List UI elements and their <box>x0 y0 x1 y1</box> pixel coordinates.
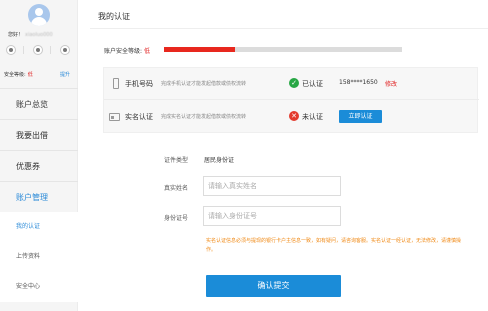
security-value: 低 <box>27 72 33 78</box>
sidebar-item-overview[interactable]: 账户总览 <box>0 88 78 119</box>
cross-icon: ✕ <box>289 111 299 121</box>
security-level-label: 账户安全等级: <box>104 48 143 55</box>
verification-status: 未认证 <box>302 113 323 121</box>
email-icon[interactable] <box>60 45 70 55</box>
id-card-icon <box>109 113 120 121</box>
security-level-value: 低 <box>144 48 151 55</box>
divider <box>23 46 24 54</box>
modify-phone-link[interactable]: 修改 <box>385 79 397 88</box>
verification-notice: 实名认证信息必须与提现的银行卡户主信息一致，如有疑问，请咨询客服。实名认证一经认… <box>206 238 462 253</box>
sidebar-item-upload-documents[interactable]: 上传资料 <box>0 242 78 272</box>
security-progress-fill <box>164 47 236 52</box>
avatar-head-shape <box>35 8 43 16</box>
sidebar-item-account-management[interactable]: 账户管理 <box>0 181 78 212</box>
masked-phone-number: 158****1650 <box>339 79 378 86</box>
user-greeting: 您好！ xiaoluo000 <box>8 31 53 38</box>
verification-list: 手机号码 完成手机认证才能发起借款或债权流转 ✓ 已认证 158****1650… <box>103 67 479 133</box>
id-number-label: 身份证号 <box>163 215 188 222</box>
verification-name: 实名认证 <box>125 113 153 121</box>
id-type-label: 证件类型 <box>163 157 188 164</box>
verification-status: 已认证 <box>302 80 323 88</box>
id-type-value: 居民身份证 <box>204 157 235 164</box>
page-root: 您好！ xiaoluo000 安全等级: 低 提升 账户总览 我要出借 优惠券 账户… <box>0 0 488 311</box>
sidebar-menu: 账户总览 我要出借 优惠券 账户管理 我的认证 上传资料 安全中心 <box>0 88 78 302</box>
verification-row-realname: 实名认证 完成实名认证才能发起借款或债权流转 ✕ 未认证 立即认证 <box>104 101 479 133</box>
sidebar-security-level: 安全等级: 低 提升 <box>4 71 76 78</box>
sidebar-item-lend[interactable]: 我要出借 <box>0 119 78 150</box>
username: xiaoluo000 <box>25 32 53 38</box>
user-quick-icons <box>0 43 78 57</box>
account-security-level: 账户安全等级: 低 <box>104 46 150 55</box>
verification-description: 完成实名认证才能发起借款或债权流转 <box>161 114 247 120</box>
divider <box>90 28 488 29</box>
account-submenu: 我的认证 上传资料 安全中心 <box>0 212 78 302</box>
real-name-input[interactable] <box>203 176 341 196</box>
upgrade-link[interactable]: 提升 <box>60 71 70 78</box>
avatar-body-shape <box>31 17 47 26</box>
verification-name: 手机号码 <box>125 80 153 88</box>
verification-row-phone: 手机号码 完成手机认证才能发起借款或债权流转 ✓ 已认证 158****1650… <box>104 68 479 100</box>
sidebar-item-coupons[interactable]: 优惠券 <box>0 150 78 181</box>
avatar[interactable] <box>28 4 50 26</box>
id-number-input[interactable] <box>203 206 341 226</box>
sidebar-item-security-center[interactable]: 安全中心 <box>0 272 78 302</box>
page-title: 我的认证 <box>98 12 130 21</box>
sidebar: 您好！ xiaoluo000 安全等级: 低 提升 账户总览 我要出借 优惠券 账户… <box>0 0 78 311</box>
greeting-label: 您好！ <box>8 32 24 38</box>
sidebar-item-my-verification[interactable]: 我的认证 <box>0 212 78 242</box>
verification-description: 完成手机认证才能发起借款或债权流转 <box>161 81 247 87</box>
phone-icon[interactable] <box>33 45 43 55</box>
confirm-submit-button[interactable]: 确认提交 <box>206 275 341 297</box>
check-icon: ✓ <box>289 78 299 88</box>
divider <box>50 46 51 54</box>
security-progress-bar <box>164 47 402 52</box>
verify-now-button[interactable]: 立即认证 <box>339 110 382 123</box>
real-name-label: 真实姓名 <box>163 185 188 192</box>
mobile-phone-icon <box>113 78 119 89</box>
security-label: 安全等级: <box>4 72 26 78</box>
user-icon[interactable] <box>6 45 16 55</box>
